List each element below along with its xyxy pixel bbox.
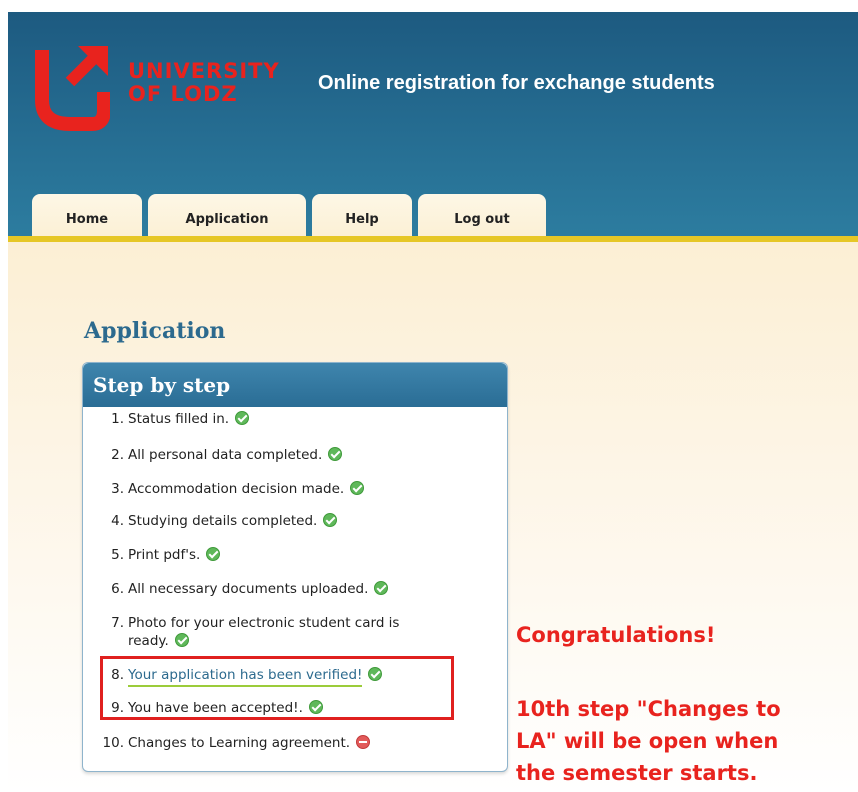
step-number: 2. [111,447,124,463]
step-text: Photo for your electronic student card i… [128,615,400,631]
annotation-congratulations: Congratulations! [516,623,716,647]
list-item: 4. Studying details completed. [106,512,338,530]
panel-title: Step by step [83,363,507,407]
check-icon [350,481,365,495]
list-item: 2. All personal data completed. [106,446,343,464]
step-text: All personal data completed. [128,447,323,463]
step-number: 5. [111,547,124,563]
step-number: 10. [102,735,124,751]
tab-home-label: Home [65,212,109,227]
logo-line-2: OF LODZ [128,82,238,106]
list-item: 3. Accommodation decision made. [106,480,365,498]
page-title: Application [84,318,226,344]
tab-help-label: Help [345,212,379,227]
step-number: 7. [111,615,124,631]
annotation-line-4: the semester starts. [516,761,758,785]
logo-line-1: UNIVERSITY [128,59,280,83]
check-icon [235,411,250,425]
check-icon [206,547,221,561]
list-item: 5. Print pdf's. [106,546,221,564]
tab-application-label: Application [185,212,269,227]
step-text: All necessary documents uploaded. [128,581,369,597]
blocked-icon [356,735,371,749]
step-text: Accommodation decision made. [128,481,345,497]
list-item: 6. All necessary documents uploaded. [106,580,389,598]
step-text: Print pdf's. [128,547,201,563]
check-icon [374,581,389,595]
annotation-line-2: 10th step "Changes to [516,697,781,721]
list-item: 1. Status filled in. [106,410,250,428]
university-logo-icon [35,46,110,131]
step-text: Changes to Learning agreement. [128,735,351,751]
step-number: 3. [111,481,124,497]
university-logo-text: UNIVERSITY OF LODZ [128,60,280,106]
list-item: 7. Photo for your electronic student card… [106,614,399,650]
site-title: Online registration for exchange student… [318,72,715,94]
step-number: 6. [111,581,124,597]
highlight-box [100,656,454,720]
annotation-line-3: LA" will be open when [516,729,779,753]
step-text: Status filled in. [128,411,230,427]
step-text-continued: ready. [128,633,169,649]
step-number: 1. [111,411,124,427]
check-icon [323,513,338,527]
step-text: Studying details completed. [128,513,318,529]
list-item: 10. Changes to Learning agreement. [98,734,371,752]
tab-log-out-label: Log out [454,212,510,227]
check-icon [174,633,189,647]
check-icon [328,447,343,461]
step-number: 4. [111,513,124,529]
